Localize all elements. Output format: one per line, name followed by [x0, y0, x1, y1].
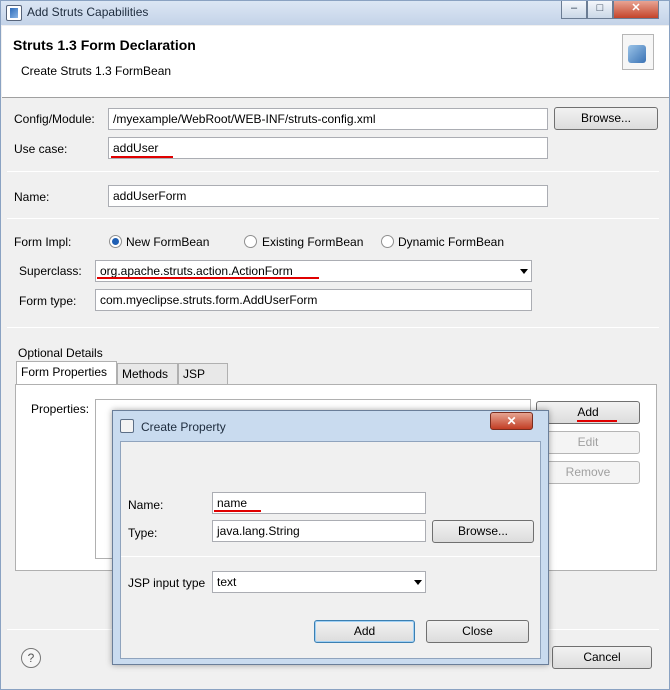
properties-label: Properties: — [31, 402, 90, 416]
name-label: Name: — [14, 190, 50, 204]
property-type-label: Type: — [128, 526, 158, 540]
chevron-down-icon[interactable] — [520, 269, 528, 274]
config-browse-button[interactable]: Browse... — [554, 107, 658, 130]
dialog-close-icon[interactable]: ✕ — [490, 412, 533, 430]
radio-dynamic-formbean-label[interactable]: Dynamic FormBean — [398, 235, 504, 249]
usecase-highlight-underline — [111, 156, 173, 158]
app-icon — [6, 5, 22, 21]
dialog-body: Name: name Type: java.lang.String Browse… — [120, 441, 541, 659]
divider — [7, 171, 659, 172]
chevron-down-icon[interactable] — [414, 580, 422, 585]
wizard-header: Struts 1.3 Form Declaration Create Strut… — [2, 26, 669, 98]
dialog-title: Create Property — [141, 420, 226, 434]
usecase-label: Use case: — [14, 142, 68, 156]
dialog-titlebar[interactable]: Create Property ✕ — [113, 411, 548, 441]
optional-details-label: Optional Details — [18, 346, 103, 360]
tab-form-properties[interactable]: Form Properties — [16, 361, 117, 385]
help-icon[interactable]: ? — [21, 648, 41, 668]
divider — [7, 327, 659, 328]
divider — [7, 218, 659, 219]
cancel-button[interactable]: Cancel — [552, 646, 652, 669]
radio-new-formbean-label[interactable]: New FormBean — [126, 235, 209, 249]
add-highlight-underline — [577, 420, 617, 422]
superclass-highlight-underline — [97, 277, 319, 279]
formtype-label: Form type: — [19, 294, 77, 308]
tab-methods[interactable]: Methods — [117, 363, 178, 385]
type-browse-button[interactable]: Browse... — [432, 520, 534, 543]
property-type-field[interactable]: java.lang.String — [212, 520, 426, 542]
window-title: Add Struts Capabilities — [27, 5, 149, 19]
radio-existing-formbean-label[interactable]: Existing FormBean — [262, 235, 363, 249]
struts-wizard-icon — [622, 34, 654, 70]
name-field[interactable]: addUserForm — [108, 185, 548, 207]
jsp-input-type-select[interactable]: text — [212, 571, 426, 593]
minimize-icon[interactable]: – — [561, 1, 587, 19]
superclass-label: Superclass: — [19, 264, 82, 278]
page-title: Struts 1.3 Form Declaration — [13, 37, 196, 53]
dialog-close-button[interactable]: Close — [426, 620, 529, 643]
divider — [121, 556, 540, 557]
radio-new-formbean[interactable] — [109, 235, 122, 248]
tab-jsp[interactable]: JSP — [178, 363, 228, 385]
property-name-highlight-underline — [214, 510, 261, 512]
edit-property-button[interactable]: Edit — [536, 431, 640, 454]
config-module-field[interactable]: /myexample/WebRoot/WEB-INF/struts-config… — [108, 108, 548, 130]
formtype-field[interactable]: com.myeclipse.struts.form.AddUserForm — [95, 289, 532, 311]
config-module-label: Config/Module: — [14, 112, 95, 126]
radio-dynamic-formbean[interactable] — [381, 235, 394, 248]
radio-existing-formbean[interactable] — [244, 235, 257, 248]
window-titlebar[interactable]: Add Struts Capabilities – □ ✕ — [1, 1, 669, 25]
maximize-icon[interactable]: □ — [587, 1, 613, 19]
remove-property-button[interactable]: Remove — [536, 461, 640, 484]
close-icon[interactable]: ✕ — [613, 1, 659, 19]
dialog-app-icon — [120, 419, 134, 433]
property-name-label: Name: — [128, 498, 164, 512]
usecase-field[interactable]: addUser — [108, 137, 548, 159]
create-property-dialog: Create Property ✕ Name: name Type: java.… — [112, 410, 549, 665]
jsp-input-type-label: JSP input type — [128, 576, 206, 590]
form-impl-label: Form Impl: — [14, 235, 72, 249]
dialog-add-button[interactable]: Add — [314, 620, 415, 643]
page-subtitle: Create Struts 1.3 FormBean — [21, 64, 172, 78]
